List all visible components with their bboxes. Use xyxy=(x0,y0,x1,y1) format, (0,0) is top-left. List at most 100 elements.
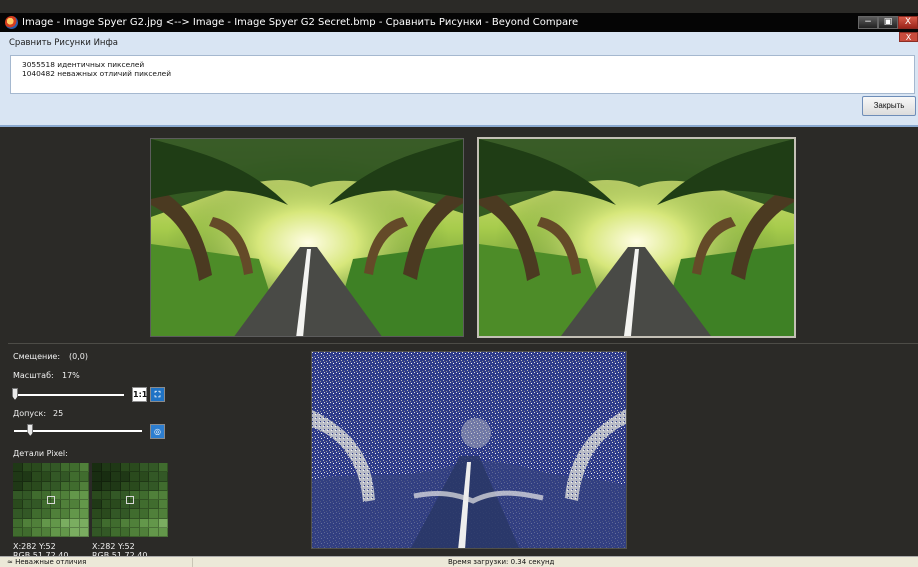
load-time-text: Время загрузки: 0.34 секунд xyxy=(448,558,555,566)
pixel-cell xyxy=(60,481,70,491)
pixel-cell xyxy=(120,472,130,482)
pixel-cell xyxy=(70,509,80,519)
pixel-cell xyxy=(13,509,23,519)
pixel-cell xyxy=(111,500,121,510)
pixel-cell xyxy=(79,518,89,528)
minimize-button[interactable]: − xyxy=(858,16,878,29)
pixel-cell xyxy=(32,518,42,528)
pixel-cell xyxy=(51,472,61,482)
pixel-cell xyxy=(139,481,149,491)
pixel-cell xyxy=(149,509,159,519)
pixel-cell xyxy=(139,490,149,500)
right-pixel-coordinates: X:282 Y:52 xyxy=(92,542,135,551)
difference-image-pane[interactable] xyxy=(311,351,627,549)
right-pixel-marker xyxy=(126,496,134,504)
tolerance-options-icon[interactable]: ◎ xyxy=(150,424,165,439)
pixel-cell xyxy=(79,490,89,500)
pixel-cell xyxy=(149,463,159,473)
pixel-cell xyxy=(51,518,61,528)
pixel-cell xyxy=(92,500,102,510)
pixel-cell xyxy=(101,518,111,528)
zoom-slider-thumb[interactable] xyxy=(12,388,18,400)
fit-to-window-icon[interactable]: ⛶ xyxy=(150,387,165,402)
app-icon xyxy=(5,16,18,29)
pixel-cell xyxy=(92,490,102,500)
pixel-cell xyxy=(139,527,149,537)
pixel-cell xyxy=(101,500,111,510)
pixel-cell xyxy=(120,481,130,491)
restore-button[interactable]: ▣ xyxy=(878,16,898,29)
zoom-label: Масштаб: xyxy=(13,371,54,380)
tolerance-value: 25 xyxy=(53,409,64,418)
window-close-button[interactable]: X xyxy=(898,16,918,29)
pixel-cell xyxy=(60,527,70,537)
difference-image xyxy=(312,352,626,548)
left-image-pane[interactable] xyxy=(150,138,464,337)
left-pixel-marker xyxy=(47,496,55,504)
pixel-cell xyxy=(41,463,51,473)
pixel-cell xyxy=(130,518,140,528)
identical-pixels-text: 3055518 идентичных пикселей xyxy=(22,60,145,69)
window-title: Image - Image Spyer G2.jpg <--> Image - … xyxy=(22,17,579,28)
pixel-cell xyxy=(70,472,80,482)
pixel-cell xyxy=(32,472,42,482)
pixel-cell xyxy=(70,518,80,528)
pixel-cell xyxy=(41,481,51,491)
right-image-pane[interactable] xyxy=(477,137,796,338)
actual-size-button[interactable]: 1:1 xyxy=(132,387,147,402)
forest-road-image-left xyxy=(151,139,463,336)
pixel-cell xyxy=(111,509,121,519)
pixel-cell xyxy=(13,472,23,482)
pixel-cell xyxy=(32,500,42,510)
pixel-cell xyxy=(32,509,42,519)
pixel-cell xyxy=(139,518,149,528)
pixel-cell xyxy=(92,518,102,528)
pixel-cell xyxy=(111,490,121,500)
pixel-cell xyxy=(22,518,32,528)
zoom-value: 17% xyxy=(62,371,80,380)
pixel-cell xyxy=(79,472,89,482)
pixel-cell xyxy=(101,509,111,519)
image-controls-panel: Смещение: (0,0) Масштаб: 17% 1:1 ⛶ Допус… xyxy=(0,345,190,560)
pixel-cell xyxy=(130,509,140,519)
offset-label: Смещение: xyxy=(13,352,61,361)
pixel-cell xyxy=(111,463,121,473)
pixel-cell xyxy=(139,472,149,482)
pixel-cell xyxy=(111,472,121,482)
pixel-cell xyxy=(22,490,32,500)
pixel-cell xyxy=(120,463,130,473)
pixel-cell xyxy=(111,518,121,528)
pixel-cell xyxy=(41,527,51,537)
tolerance-slider-thumb[interactable] xyxy=(27,424,34,436)
pixel-cell xyxy=(92,527,102,537)
pixel-cell xyxy=(149,481,159,491)
compare-info-dialog: Сравнить Рисунки Инфа X 3055518 идентичн… xyxy=(0,32,918,127)
compare-info-text[interactable]: 3055518 идентичных пикселей 1040482 нева… xyxy=(10,55,915,94)
pixel-cell xyxy=(130,527,140,537)
pixel-cell xyxy=(149,500,159,510)
pixel-cell xyxy=(70,481,80,491)
pixel-cell xyxy=(130,463,140,473)
dialog-close-icon[interactable]: X xyxy=(899,32,918,42)
dialog-close-button[interactable]: Закрыть xyxy=(862,96,916,116)
pixel-cell xyxy=(139,509,149,519)
pixel-cell xyxy=(101,463,111,473)
pane-divider[interactable] xyxy=(8,343,918,344)
pixel-cell xyxy=(111,527,121,537)
pixel-cell xyxy=(92,463,102,473)
difference-icon: ≈ xyxy=(7,558,13,566)
pixel-cell xyxy=(13,518,23,528)
zoom-slider[interactable] xyxy=(14,394,124,396)
pixel-cell xyxy=(70,463,80,473)
status-diff-mode[interactable]: ≈ Неважные отличия xyxy=(7,558,193,567)
pixel-cell xyxy=(60,463,70,473)
window-title-bar[interactable]: Image - Image Spyer G2.jpg <--> Image - … xyxy=(0,13,918,32)
left-pixel-coordinates: X:282 Y:52 xyxy=(13,542,56,551)
pixel-cell xyxy=(149,527,159,537)
pixel-cell xyxy=(149,518,159,528)
pixel-cell xyxy=(158,463,168,473)
status-bar: ≈ Неважные отличия Время загрузки: 0.34 … xyxy=(0,556,918,567)
pixel-cell xyxy=(41,518,51,528)
pixel-cell xyxy=(101,490,111,500)
pixel-cell xyxy=(120,509,130,519)
